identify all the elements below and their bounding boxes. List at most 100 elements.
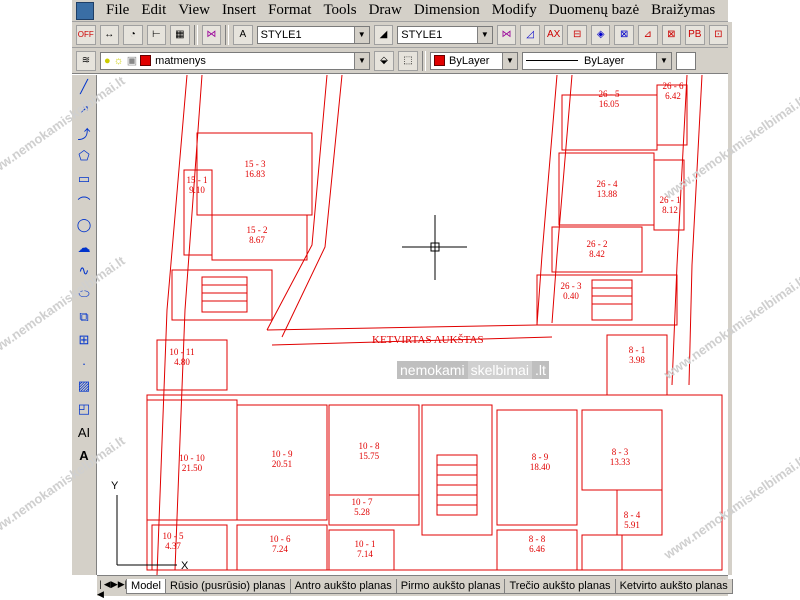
- color-select[interactable]: ByLayer ▼: [430, 51, 518, 70]
- dim-leader-icon[interactable]: PB: [685, 24, 705, 45]
- layer-manager-icon[interactable]: ≋: [76, 50, 96, 71]
- make-block-icon[interactable]: ⊞: [74, 330, 94, 350]
- menu-tools[interactable]: Tools: [317, 2, 362, 19]
- arc-icon[interactable]: ⌒: [74, 192, 94, 212]
- menu-bar: File Edit View Insert Format Tools Draw …: [72, 0, 728, 22]
- layer-select[interactable]: ● ☼ ▣ matmenys ▼: [100, 51, 370, 70]
- room-area: 0.40: [563, 291, 579, 301]
- point-icon[interactable]: ·: [74, 353, 94, 373]
- tab-rusio-planas[interactable]: Rūsio (pusrūsio) planas: [165, 578, 291, 594]
- menu-format[interactable]: Format: [262, 2, 317, 19]
- chevron-down-icon[interactable]: ▼: [354, 52, 369, 69]
- room-label: 15 - 1: [187, 175, 208, 185]
- watermark-part: skelbimai: [467, 361, 532, 379]
- menu-draw[interactable]: Draw: [363, 2, 408, 19]
- tab-pirmo-aukso-planas[interactable]: Pirmo aukšto planas: [395, 578, 506, 594]
- chevron-down-icon[interactable]: ▼: [353, 26, 369, 43]
- linetype-line: [526, 60, 578, 61]
- menu-duomenu-baze[interactable]: Duomenų bazė: [543, 2, 645, 19]
- room-area: 4.37: [165, 541, 181, 551]
- snap-toggle-icon[interactable]: OFF: [76, 24, 96, 45]
- menu-dimension[interactable]: Dimension: [408, 2, 486, 19]
- dim-baseline-icon[interactable]: ⊿: [637, 24, 658, 45]
- first-tab-icon[interactable]: |◀: [97, 579, 104, 599]
- room-area: 18.40: [530, 462, 551, 472]
- mtext-icon[interactable]: AI: [74, 422, 94, 442]
- make-current-layer-icon[interactable]: ⬙: [374, 50, 394, 71]
- circle-icon[interactable]: ◯: [74, 215, 94, 235]
- room-area: 7.14: [357, 549, 373, 559]
- polygon-icon[interactable]: ⬠: [74, 146, 94, 166]
- layer-previous-icon[interactable]: ⬚: [398, 50, 418, 71]
- room-area: 8.12: [662, 205, 678, 215]
- prev-tab-icon[interactable]: ◀: [104, 579, 111, 593]
- text-style-value: STYLE1: [260, 28, 302, 41]
- region-icon[interactable]: ◰: [74, 399, 94, 419]
- plan-walls: [146, 75, 723, 575]
- linetype-select[interactable]: ByLayer ▼: [522, 51, 672, 70]
- dim-radius-icon[interactable]: ⊟: [567, 24, 587, 45]
- room-area: 13.88: [597, 189, 618, 199]
- dim-tolerance-icon[interactable]: ⊡: [708, 24, 729, 45]
- menu-modify[interactable]: Modify: [486, 2, 543, 19]
- room-label: 10 - 10: [179, 453, 205, 463]
- color-swatch: [434, 55, 445, 66]
- app-icon[interactable]: [76, 1, 94, 20]
- layer-color-swatch: [140, 55, 152, 66]
- room-area: 5.91: [624, 520, 640, 530]
- room-area: 8.42: [589, 249, 605, 259]
- drawing-canvas[interactable]: Y X KETVIRTAS AUKŠTAS 15 - 3 16.83 15 - …: [97, 75, 728, 575]
- window-edge: [728, 22, 732, 575]
- zoom-icon[interactable]: ◔: [123, 24, 143, 45]
- tab-model[interactable]: Model: [126, 578, 166, 594]
- rectangle-icon[interactable]: ▭: [74, 169, 94, 189]
- menu-view[interactable]: View: [172, 2, 216, 19]
- standard-toolbar: OFF ↔ ◔ ⊢ ▦ ⋈ A STYLE1 ▼ ◢ STYLE1 ▼ ⋈ ◿ …: [72, 22, 729, 48]
- chevron-down-icon[interactable]: ▼: [656, 52, 671, 69]
- tab-trecio-aukso-planas[interactable]: Trečio aukšto planas: [504, 578, 616, 594]
- color-value: ByLayer: [449, 54, 490, 67]
- ucs-y-label: Y: [111, 480, 119, 492]
- polyline-icon[interactable]: ⤴: [74, 123, 94, 143]
- room-label: 8 - 8: [529, 534, 546, 544]
- chevron-down-icon[interactable]: ▼: [476, 26, 492, 43]
- ucs-x-label: X: [181, 560, 189, 572]
- layer-tool-icon[interactable]: ⋈: [201, 24, 222, 45]
- room-area: 15.75: [359, 451, 380, 461]
- tab-ketvirto-aukso-planas[interactable]: Ketvirto aukšto planas: [614, 578, 733, 594]
- dim-aligned-icon[interactable]: ◿: [520, 24, 540, 45]
- text-style-select[interactable]: STYLE1 ▼: [256, 25, 370, 44]
- menu-braizymas[interactable]: Braižymas: [645, 2, 721, 19]
- table-icon[interactable]: ▦: [170, 24, 190, 45]
- menu-file[interactable]: File: [100, 2, 135, 19]
- separator: [422, 50, 426, 71]
- room-area: 16.05: [599, 99, 620, 109]
- text-style-icon[interactable]: A: [233, 24, 253, 45]
- dim-ordinate-icon[interactable]: AX: [543, 24, 564, 45]
- lineweight-select[interactable]: [676, 51, 696, 70]
- menu-edit[interactable]: Edit: [135, 2, 172, 19]
- room-area: 3.98: [629, 355, 645, 365]
- insert-block-icon[interactable]: ⧉: [74, 307, 94, 327]
- room-area: 4.80: [174, 357, 190, 367]
- chevron-down-icon[interactable]: ▼: [502, 52, 517, 69]
- tab-antro-aukso-planas[interactable]: Antro aukšto planas: [289, 578, 397, 594]
- dim-linear-icon[interactable]: ⋈: [496, 24, 517, 45]
- watermark-part: nemokami: [397, 361, 468, 379]
- next-tab-icon[interactable]: ▶: [111, 579, 118, 593]
- measure-icon[interactable]: ⊢: [146, 24, 167, 45]
- hatch-icon[interactable]: ▨: [74, 376, 94, 396]
- room-area: 13.33: [610, 457, 631, 467]
- dimension-icon[interactable]: ↔: [99, 24, 120, 45]
- dim-diameter-icon[interactable]: ◈: [590, 24, 611, 45]
- dim-style-select[interactable]: STYLE1 ▼: [397, 25, 493, 44]
- room-label: 10 - 8: [359, 441, 380, 451]
- room-area: 21.50: [182, 463, 203, 473]
- room-area: 6.46: [529, 544, 545, 554]
- menu-insert[interactable]: Insert: [216, 2, 262, 19]
- dim-angular-icon[interactable]: ⊠: [614, 24, 634, 45]
- room-label: 15 - 3: [245, 159, 266, 169]
- dim-style-icon[interactable]: ◢: [373, 24, 394, 45]
- dim-continue-icon[interactable]: ⊠: [661, 24, 682, 45]
- revision-cloud-icon[interactable]: ☁: [74, 238, 94, 258]
